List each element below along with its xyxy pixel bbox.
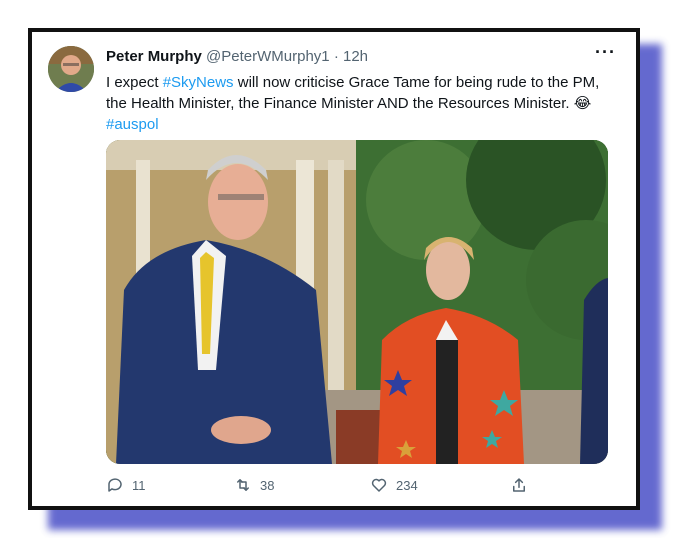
- separator: ·: [333, 48, 339, 65]
- share-button[interactable]: [510, 476, 528, 494]
- like-icon: [371, 478, 387, 492]
- reply-count: 11: [132, 477, 146, 493]
- retweet-count: 38: [260, 477, 275, 493]
- tweet-card: Peter Murphy @PeterWMurphy1 · 12h ··· I …: [28, 28, 640, 510]
- like-button[interactable]: 234: [370, 476, 418, 494]
- reply-button[interactable]: 11: [106, 476, 146, 494]
- more-icon[interactable]: ···: [595, 42, 616, 63]
- laughing-emoji: 😂: [573, 95, 592, 112]
- retweet-icon: [237, 479, 249, 491]
- avatar[interactable]: [48, 46, 94, 92]
- like-count: 234: [396, 477, 418, 493]
- retweet-button[interactable]: 38: [234, 476, 274, 494]
- timestamp[interactable]: 12h: [343, 48, 368, 65]
- tweet-header: Peter Murphy @PeterWMurphy1 · 12h: [106, 48, 368, 65]
- author-name[interactable]: Peter Murphy: [106, 48, 202, 65]
- tweet-text-part: I expect: [106, 74, 163, 91]
- tweet-photo[interactable]: [106, 140, 608, 464]
- reply-icon: [108, 478, 122, 492]
- hashtag-auspol[interactable]: #auspol: [106, 116, 159, 133]
- action-bar: 11 38 234: [106, 476, 608, 500]
- author-handle[interactable]: @PeterWMurphy1: [206, 48, 330, 65]
- tweet-text: I expect #SkyNews will now criticise Gra…: [106, 72, 616, 135]
- hashtag-skynews[interactable]: #SkyNews: [163, 74, 234, 91]
- share-icon: [513, 478, 525, 492]
